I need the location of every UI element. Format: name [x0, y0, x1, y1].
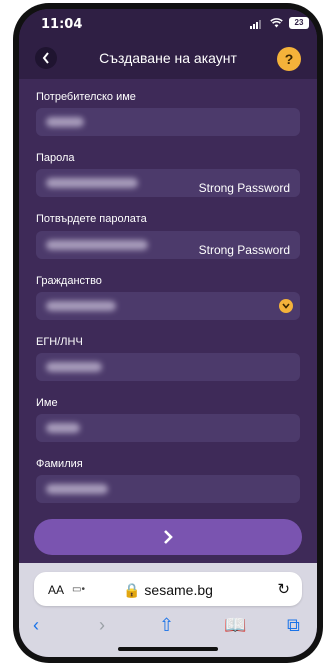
tabs-icon[interactable]: ⧉	[287, 615, 300, 636]
chevron-down-icon[interactable]	[279, 299, 293, 313]
url-text[interactable]: 🔒 sesame.bg	[34, 582, 302, 599]
screen: 11:04 23 Създаване на акаунт ? Потребите…	[19, 9, 317, 657]
share-icon[interactable]: ⇧	[159, 615, 174, 636]
reload-icon[interactable]: ↻	[277, 580, 290, 598]
egn-label: ЕГН/ЛНЧ	[36, 336, 83, 348]
next-button[interactable]	[34, 519, 302, 555]
blurred-value	[46, 178, 138, 188]
citizenship-select[interactable]	[36, 292, 300, 320]
blurred-value	[46, 117, 84, 127]
back-arrow-icon[interactable]: ‹	[33, 615, 39, 636]
password-strength: Strong Password	[198, 181, 290, 195]
battery-icon: 23	[289, 17, 309, 29]
home-indicator	[118, 647, 218, 651]
first-name-label: Име	[36, 397, 58, 409]
password-field[interactable]: Strong Password	[36, 169, 300, 197]
wifi-icon	[270, 18, 283, 31]
help-button[interactable]: ?	[277, 47, 301, 71]
url: sesame.bg	[144, 582, 213, 598]
password-label: Парола	[36, 152, 75, 164]
last-name-label: Фамилия	[36, 458, 83, 470]
citizenship-label: Гражданство	[36, 275, 102, 287]
browser-nav: ‹ › ⇧ 📖 ⧉	[19, 613, 317, 643]
chevron-left-icon	[42, 52, 49, 64]
status-bar: 11:04 23	[19, 9, 317, 39]
confirm-password-field[interactable]: Strong Password	[36, 231, 300, 259]
blurred-value	[46, 240, 148, 250]
blurred-value	[46, 484, 108, 494]
bookmarks-icon[interactable]: 📖	[224, 615, 246, 636]
confirm-password-label: Потвърдете паролата	[36, 213, 147, 225]
chevron-right-icon	[164, 530, 173, 544]
phone-frame: 11:04 23 Създаване на акаунт ? Потребите…	[13, 3, 323, 663]
confirm-password-strength: Strong Password	[198, 243, 290, 257]
app-header: Създаване на акаунт ?	[19, 39, 317, 79]
blurred-value	[46, 362, 102, 372]
first-name-field[interactable]	[36, 414, 300, 442]
forward-arrow-icon[interactable]: ›	[99, 615, 105, 636]
signal-icon	[250, 20, 261, 29]
egn-field[interactable]	[36, 353, 300, 381]
blurred-value	[46, 301, 116, 311]
blurred-value	[46, 423, 80, 433]
back-button[interactable]	[35, 47, 57, 69]
username-field[interactable]	[36, 108, 300, 136]
address-bar[interactable]: AA ▭• 🔒 sesame.bg ↻	[34, 572, 302, 606]
username-label: Потребителско име	[36, 91, 136, 103]
browser-toolbar: AA ▭• 🔒 sesame.bg ↻ ‹ › ⇧ 📖 ⧉	[19, 563, 317, 657]
status-time: 11:04	[41, 17, 83, 32]
page-title: Създаване на акаунт	[99, 50, 237, 66]
last-name-field[interactable]	[36, 475, 300, 503]
